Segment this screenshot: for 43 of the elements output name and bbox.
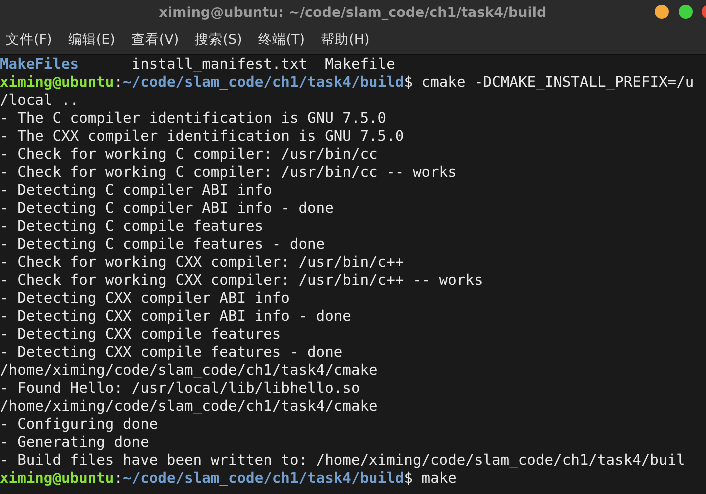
output-line: - The C compiler identification is GNU 7.5.0 bbox=[0, 110, 387, 128]
command-text: cmake -DCMAKE_INSTALL_PREFIX=/u bbox=[422, 74, 694, 92]
menu-item[interactable]: 帮助(H) bbox=[321, 30, 370, 48]
output-line: - Found Hello: /usr/local/lib/libhello.so bbox=[0, 380, 360, 398]
prompt-path: ~/code/slam_code/ch1/task4/build bbox=[123, 470, 404, 488]
file-name: install_manifest.txt bbox=[132, 56, 308, 74]
output-line: /home/ximing/code/slam_code/ch1/task4/cmake bbox=[0, 398, 378, 416]
output-line: - Detecting CXX compiler ABI info bbox=[0, 290, 290, 308]
prompt-separator: : bbox=[114, 74, 124, 92]
window-title: ximing@ubuntu: ~/code/slam_code/ch1/task4/build bbox=[159, 4, 547, 20]
file-name: Makefile bbox=[325, 56, 396, 74]
menu-item[interactable]: 终端(T) bbox=[258, 30, 306, 48]
prompt-user: ximing@ubuntu bbox=[0, 470, 114, 488]
output-line: - Detecting CXX compile features bbox=[0, 326, 282, 344]
output-line: - Detecting CXX compile features - done bbox=[0, 344, 343, 362]
output-line: - Generating done bbox=[0, 434, 150, 452]
file-name: MakeFiles bbox=[0, 56, 80, 74]
output-line: - Detecting C compiler ABI info - done bbox=[0, 200, 334, 218]
output-line: - The CXX compiler identification is GNU 7.5.0 bbox=[0, 128, 404, 146]
prompt-path: ~/code/slam_code/ch1/task4/build bbox=[123, 74, 404, 92]
prompt-symbol: $ bbox=[404, 74, 413, 92]
prompt-user: ximing@ubuntu bbox=[0, 74, 114, 92]
output-line: - Detecting C compiler ABI info bbox=[0, 182, 272, 200]
menu-item[interactable]: 编辑(E) bbox=[68, 30, 116, 48]
output-line: - Detecting C compile features - done bbox=[0, 236, 326, 254]
output-line: /home/ximing/code/slam_code/ch1/task4/cmake bbox=[0, 362, 378, 380]
output-line: - Check for working CXX compiler: /usr/bin/c++ bbox=[0, 254, 404, 272]
prompt-separator: : bbox=[114, 470, 124, 488]
output-line: - Build files have been written to: /home/ximing/code/slam_code/ch1/task4/buil bbox=[0, 452, 686, 470]
command-text: make bbox=[422, 470, 457, 488]
menu-item[interactable]: 文件(F) bbox=[6, 30, 52, 48]
output-line: - Check for working C compiler: /usr/bin/cc bbox=[0, 146, 378, 164]
output-line: - Check for working CXX compiler: /usr/bin/c++ -- works bbox=[0, 272, 484, 290]
output-line: - Configuring done bbox=[0, 416, 158, 434]
maximize-button[interactable] bbox=[679, 5, 693, 19]
output-line: - Check for working C compiler: /usr/bin/cc -- works bbox=[0, 164, 457, 182]
output-line: /local .. bbox=[0, 92, 80, 110]
menu-item[interactable]: 查看(V) bbox=[131, 30, 180, 48]
minimize-button[interactable] bbox=[655, 5, 669, 19]
prompt-symbol: $ bbox=[404, 470, 413, 488]
menu-item[interactable]: 搜索(S) bbox=[195, 30, 242, 48]
output-line: - Detecting C compile features bbox=[0, 218, 264, 236]
output-line: - Detecting CXX compiler ABI info - done bbox=[0, 308, 352, 326]
